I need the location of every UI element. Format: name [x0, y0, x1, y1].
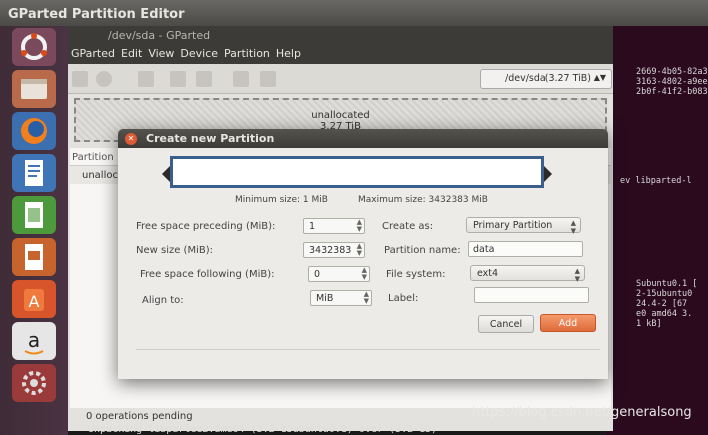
svg-text:a: a: [28, 328, 40, 352]
terminal-window: 2669-4b05-82a3-55 3163-4802-a9ee-25 2b0f…: [606, 26, 708, 435]
cancel-button[interactable]: Cancel: [478, 315, 534, 333]
unity-launcher: A a: [0, 26, 68, 435]
spinner-arrows-icon[interactable]: ▲ ▼: [357, 219, 362, 233]
row-partition: unalloc: [82, 170, 118, 181]
settings-icon[interactable]: [12, 364, 56, 402]
delete-icon[interactable]: [96, 71, 112, 87]
device-size: (3.27 TiB): [544, 73, 591, 84]
paste-icon[interactable]: [196, 71, 212, 87]
graph-label: unallocated: [311, 110, 370, 121]
chevron-down-icon: ▲▼: [570, 219, 576, 235]
window-title: /dev/sda - GParted: [68, 26, 613, 44]
watermark: https://blog.csdn.net/generalsong: [472, 405, 692, 420]
following-value: 0: [314, 269, 321, 280]
terminal-line: Subuntu0.1 [: [636, 279, 698, 289]
chevron-down-icon: ▲▼: [593, 73, 606, 82]
terminal-line: 2-15ubuntu0: [636, 289, 693, 299]
terminal-line: Unpacking libparted2:amd64 (3.2-15ubuntu…: [88, 424, 438, 435]
chevron-down-icon: ▲▼: [363, 290, 369, 305]
spinner-arrows-icon[interactable]: ▲ ▼: [362, 267, 367, 281]
menu-partition[interactable]: Partition: [221, 47, 273, 64]
spinner-arrows-icon[interactable]: ▲ ▼: [357, 243, 362, 257]
partition-name-input[interactable]: data: [468, 241, 583, 257]
terminal-line: 2b0f-41f2-b083-09: [636, 87, 708, 97]
left-resize-handle[interactable]: [162, 166, 170, 182]
chevron-down-icon: ▲▼: [574, 267, 580, 283]
following-label: Free space following (MiB):: [140, 269, 275, 280]
terminal-line: e0 amd64 3.: [636, 309, 693, 319]
new-size-label: New size (MiB):: [136, 245, 213, 256]
terminal-line: 3163-4802-a9ee-25: [636, 77, 708, 87]
align-combo[interactable]: MiB ▲ ▼: [310, 290, 372, 306]
amazon-icon[interactable]: a: [12, 322, 56, 360]
apply-icon[interactable]: [260, 71, 276, 87]
preceding-spinner[interactable]: 1 ▲ ▼: [303, 218, 365, 234]
resize-icon[interactable]: [138, 71, 154, 87]
menu-gparted[interactable]: GParted: [68, 47, 118, 64]
undo-icon[interactable]: [233, 71, 249, 87]
top-panel-title: GParted Partition Editor: [8, 7, 185, 22]
terminal-line: 24.4-2 [67: [636, 299, 688, 309]
firefox-icon[interactable]: [12, 112, 56, 150]
align-value: MiB: [316, 293, 334, 304]
menu-edit[interactable]: Edit: [118, 47, 145, 64]
label-label: Label:: [388, 293, 419, 304]
close-icon[interactable]: ✕: [125, 133, 137, 145]
file-system-value: ext4: [477, 268, 499, 279]
device-name: /dev/sda: [505, 73, 546, 84]
max-size-label: Maximum size: 3432383 MiB: [358, 195, 488, 205]
calc-icon[interactable]: [12, 196, 56, 234]
new-size-value: 3432383: [309, 245, 352, 256]
preceding-value: 1: [309, 221, 316, 232]
toolbar: /dev/sda (3.27 TiB) ▲▼: [68, 64, 613, 94]
ubuntu-dash-icon[interactable]: [12, 28, 56, 66]
partition-name-value: data: [473, 244, 495, 255]
terminal-line: ev libparted-l: [620, 176, 692, 186]
device-selector[interactable]: /dev/sda (3.27 TiB) ▲▼: [480, 69, 612, 89]
file-system-label: File system:: [386, 269, 446, 280]
menu-bar: GParted Edit View Device Partition Help: [68, 44, 613, 64]
new-partition-icon[interactable]: [72, 71, 88, 87]
menu-device[interactable]: Device: [177, 47, 221, 64]
terminal-line: 1 kB]: [636, 319, 662, 329]
create-as-value: Primary Partition: [473, 220, 553, 231]
partition-name-label: Partition name:: [384, 245, 461, 256]
terminal-line: 2669-4b05-82a3-55: [636, 67, 708, 77]
right-resize-handle[interactable]: [544, 166, 552, 182]
dialog-separator: [136, 349, 600, 350]
writer-icon[interactable]: [12, 154, 56, 192]
top-panel: GParted Partition Editor: [0, 0, 708, 26]
column-partition[interactable]: Partition: [72, 152, 114, 163]
menu-view[interactable]: View: [145, 47, 177, 64]
new-size-spinner[interactable]: 3432383 ▲ ▼: [303, 242, 365, 258]
add-button[interactable]: Add: [540, 314, 596, 332]
min-size-label: Minimum size: 1 MiB: [235, 195, 328, 205]
size-bar[interactable]: [170, 156, 544, 188]
label-input[interactable]: [474, 287, 589, 303]
menu-help[interactable]: Help: [273, 47, 304, 64]
impress-icon[interactable]: [12, 238, 56, 276]
svg-text:A: A: [29, 292, 40, 311]
software-center-icon[interactable]: A: [12, 280, 56, 318]
create-as-combo[interactable]: Primary Partition ▲ ▼: [466, 217, 581, 235]
align-label: Align to:: [142, 295, 184, 306]
following-spinner[interactable]: 0 ▲ ▼: [308, 266, 370, 282]
dialog-title: Create new Partition: [146, 132, 275, 145]
create-partition-dialog: ✕ Create new Partition Minimum size: 1 M…: [118, 129, 608, 379]
file-system-combo[interactable]: ext4 ▲ ▼: [470, 265, 585, 283]
files-icon[interactable]: [12, 70, 56, 108]
preceding-label: Free space preceding (MiB):: [136, 221, 276, 232]
dialog-title-bar: ✕ Create new Partition: [118, 129, 608, 148]
copy-icon[interactable]: [170, 71, 186, 87]
create-as-label: Create as:: [382, 221, 434, 232]
